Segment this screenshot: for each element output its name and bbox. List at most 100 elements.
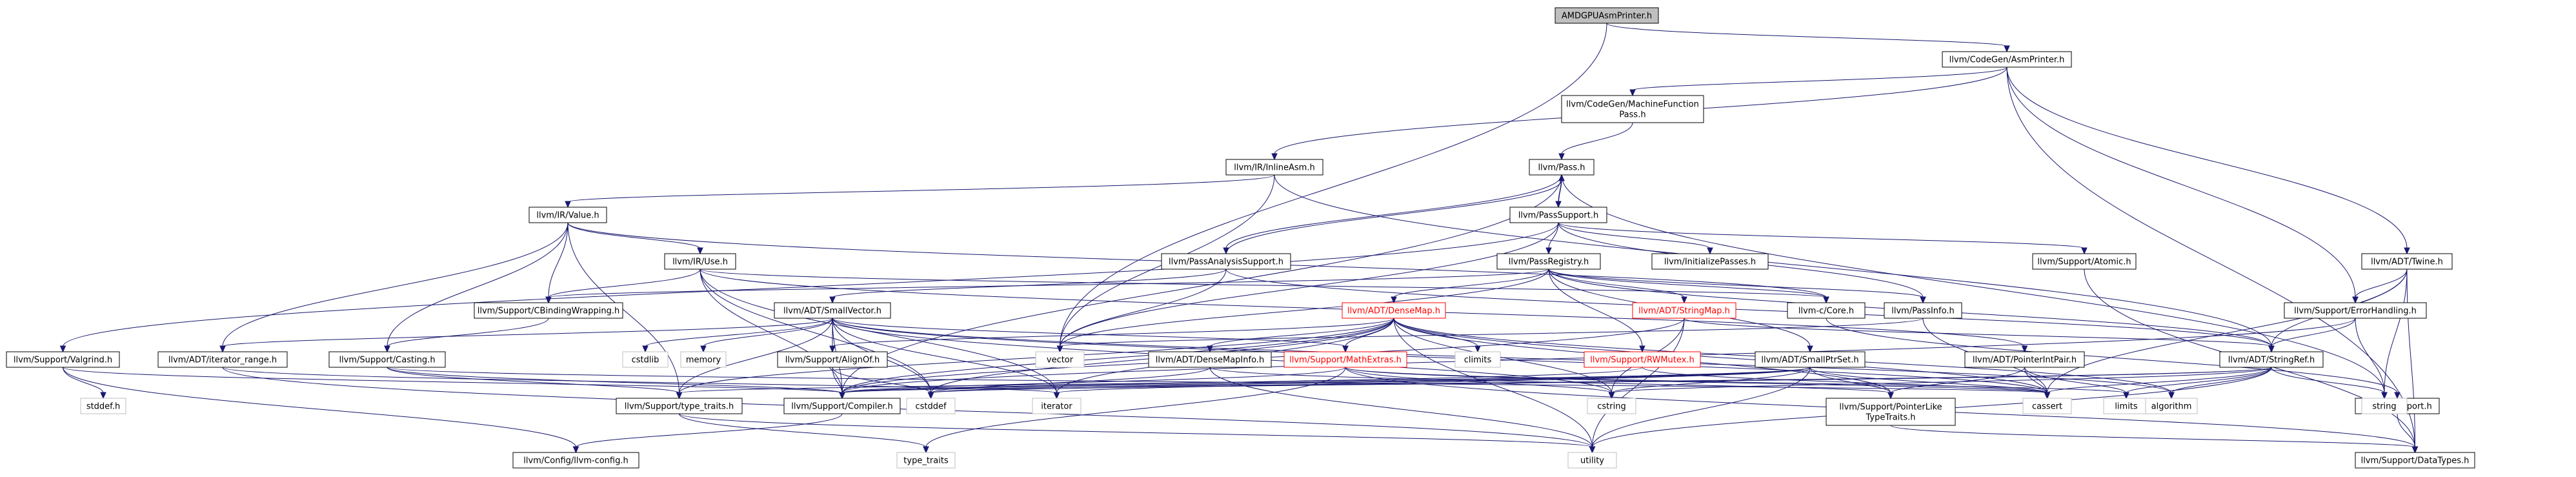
node-label-memory: memory [686, 356, 721, 365]
node-densemap[interactable]: llvm/ADT/DenseMap.h [1342, 302, 1446, 319]
node-label-passanalysis: llvm/PassAnalysisSupport.h [1169, 258, 1283, 267]
node-label-amdgpu: AMDGPUAsmPrinter.h [1562, 12, 1652, 21]
node-passsupport[interactable]: llvm/PassSupport.h [1509, 207, 1607, 223]
node-climits: climits [1454, 351, 1501, 368]
node-rwmutex[interactable]: llvm/Support/RWMutex.h [1584, 351, 1701, 368]
node-ptrlike[interactable]: llvm/Support/PointerLikeTypeTraits.h [1826, 398, 1956, 426]
arrowhead-typetraits_h-to-utility [1589, 446, 1596, 454]
arrowhead-ptrlike-to-datatypes [2411, 446, 2419, 454]
node-string: string [2361, 398, 2408, 414]
edge-passregistry-to-stringmap [1548, 269, 1685, 298]
node-ccore[interactable]: llvm-c/Core.h [1787, 302, 1866, 319]
node-iruse[interactable]: llvm/IR/Use.h [664, 253, 736, 270]
node-label-atomic: llvm/Support/Atomic.h [2037, 258, 2131, 267]
node-compiler[interactable]: llvm/Support/Compiler.h [783, 398, 901, 414]
arrowhead-densemap-to-mathextras [1342, 345, 1349, 353]
edge-twine-to-string [2384, 269, 2408, 394]
node-label-limits: limits [2115, 402, 2138, 412]
node-label-iruse: llvm/IR/Use.h [672, 258, 728, 267]
include-dependency-graph: AMDGPUAsmPrinter.h llvm/CodeGen/AsmPrinte… [0, 0, 2576, 477]
node-iterrange[interactable]: llvm/ADT/iterator_range.h [157, 351, 288, 368]
node-pointerintpair[interactable]: llvm/ADT/PointerIntPair.h [1964, 351, 2085, 368]
node-iterator: iterator [1032, 398, 1082, 414]
node-label-stddef: stddef.h [86, 402, 120, 412]
node-stringmap[interactable]: llvm/ADT/StringMap.h [1632, 302, 1736, 319]
node-alignof[interactable]: llvm/Support/AlignOf.h [777, 351, 888, 368]
node-label-iterator: iterator [1041, 402, 1072, 412]
node-label-cstdlib: cstdlib [632, 356, 659, 365]
node-casting[interactable]: llvm/Support/Casting.h [328, 351, 446, 368]
node-utility: utility [1567, 452, 1617, 469]
node-stringref[interactable]: llvm/ADT/StringRef.h [2219, 351, 2324, 368]
node-label-typetraits_h: llvm/Support/type_traits.h [625, 402, 734, 412]
node-twine[interactable]: llvm/ADT/Twine.h [2361, 253, 2453, 270]
node-label-string: string [2372, 402, 2396, 412]
edge-smallvector-to-iterrange [222, 318, 833, 347]
arrowhead-ccore-to-csupport [2394, 392, 2400, 400]
node-cstddef: cstddef [906, 398, 956, 414]
node-densemapinfo[interactable]: llvm/ADT/DenseMapInfo.h [1148, 351, 1272, 368]
node-valgrind[interactable]: llvm/Support/Valgrind.h [6, 351, 120, 368]
node-passregistry[interactable]: llvm/PassRegistry.h [1496, 253, 1601, 270]
arrowhead-pointerintpair-to-ptrlike [1887, 392, 1894, 400]
node-label-type_traits: type_traits [903, 456, 949, 466]
arrowhead-inlineasm-to-irvalue [565, 201, 571, 208]
node-datatypes[interactable]: llvm/Support/DataTypes.h [2355, 452, 2475, 469]
node-algorithm: algorithm [2145, 398, 2198, 414]
arrowhead-asmprinter-to-twine [2404, 247, 2410, 255]
arrowhead-passsupport-to-valgrind [59, 345, 66, 353]
node-mfpass[interactable]: llvm/CodeGen/MachineFunctionPass.h [1561, 95, 1704, 123]
arrowhead-stringmap-to-stringref [2268, 345, 2275, 353]
arrowhead-smallvector-to-cstdlib [642, 345, 649, 353]
arrowhead-irvalue-to-iruse [697, 247, 703, 255]
arrowhead-passregistry-to-smallptrset [1807, 345, 1813, 353]
node-cstdlib: cstdlib [622, 351, 669, 368]
node-atomic[interactable]: llvm/Support/Atomic.h [2032, 253, 2137, 270]
node-label-pointerintpair: llvm/ADT/PointerIntPair.h [1973, 356, 2077, 365]
arrowhead-passregistry-to-rwmutex [1639, 345, 1645, 353]
node-label-iterrange: llvm/ADT/iterator_range.h [168, 356, 277, 365]
arrowhead-stringref-to-algorithm [2168, 392, 2175, 400]
node-label-errorhandling: llvm/Support/ErrorHandling.h [2294, 307, 2417, 316]
node-cstring: cstring [1587, 398, 1636, 414]
node-memory: memory [680, 351, 727, 368]
edge-stringmap-to-stringref [1684, 318, 2272, 347]
arrowhead-passregistry-to-passinfo [1920, 296, 1926, 304]
node-initpasses[interactable]: llvm/InitializePasses.h [1651, 253, 1769, 270]
node-inlineasm[interactable]: llvm/IR/InlineAsm.h [1225, 159, 1323, 176]
arrowhead-passregistry-to-cbinding [545, 296, 552, 304]
edge-typetraits_h-to-type_traits [679, 413, 927, 448]
node-label-valgrind: llvm/Support/Valgrind.h [14, 356, 112, 365]
arrowhead-passanalysis-to-pass [1558, 174, 1565, 181]
edge-irvalue-to-cbinding [548, 222, 569, 298]
node-label-ccore: llvm-c/Core.h [1798, 307, 1854, 316]
arrowhead-smallvector-to-iterrange [219, 345, 226, 353]
node-mathextras[interactable]: llvm/Support/MathExtras.h [1283, 351, 1407, 368]
node-cbinding[interactable]: llvm/Support/CBindingWrapping.h [474, 302, 623, 319]
edge-casting-to-compiler [387, 367, 843, 394]
node-label-irvalue: llvm/IR/Value.h [536, 211, 599, 221]
node-passanalysis[interactable]: llvm/PassAnalysisSupport.h [1161, 253, 1291, 270]
arrowhead-valgrind-to-stddef [100, 392, 106, 400]
node-irvalue[interactable]: llvm/IR/Value.h [528, 207, 607, 223]
node-label-rwmutex: llvm/Support/RWMutex.h [1590, 356, 1694, 365]
node-passinfo[interactable]: llvm/PassInfo.h [1884, 302, 1962, 319]
node-smallvector[interactable]: llvm/ADT/SmallVector.h [774, 302, 891, 319]
arrowhead-passsupport-to-initpasses [1707, 247, 1713, 255]
node-errorhandling[interactable]: llvm/Support/ErrorHandling.h [2284, 302, 2427, 319]
node-label-passinfo: llvm/PassInfo.h [1891, 307, 1954, 316]
arrowhead-densemap-to-alignof [829, 345, 836, 353]
node-pass[interactable]: llvm/Pass.h [1529, 159, 1595, 176]
edge-passregistry-to-passinfo [1548, 269, 1924, 298]
node-smallptrset[interactable]: llvm/ADT/SmallPtrSet.h [1755, 351, 1866, 368]
node-llvmconfig[interactable]: llvm/Config/llvm-config.h [512, 452, 639, 469]
node-label-stringref: llvm/ADT/StringRef.h [2228, 356, 2315, 365]
node-typetraits_h[interactable]: llvm/Support/type_traits.h [616, 398, 743, 414]
edge-smallptrset-to-ptrlike [1809, 367, 1891, 394]
node-amdgpu[interactable]: AMDGPUAsmPrinter.h [1555, 7, 1659, 24]
node-label-densemapinfo: llvm/ADT/DenseMapInfo.h [1156, 356, 1264, 365]
node-asmprinter[interactable]: llvm/CodeGen/AsmPrinter.h [1942, 51, 2072, 68]
arrowhead-passregistry-to-stringmap [1681, 296, 1687, 304]
node-label-ptrlike-line1: TypeTraits.h [1865, 413, 1915, 423]
node-label-mfpass-line1: Pass.h [1619, 110, 1645, 120]
